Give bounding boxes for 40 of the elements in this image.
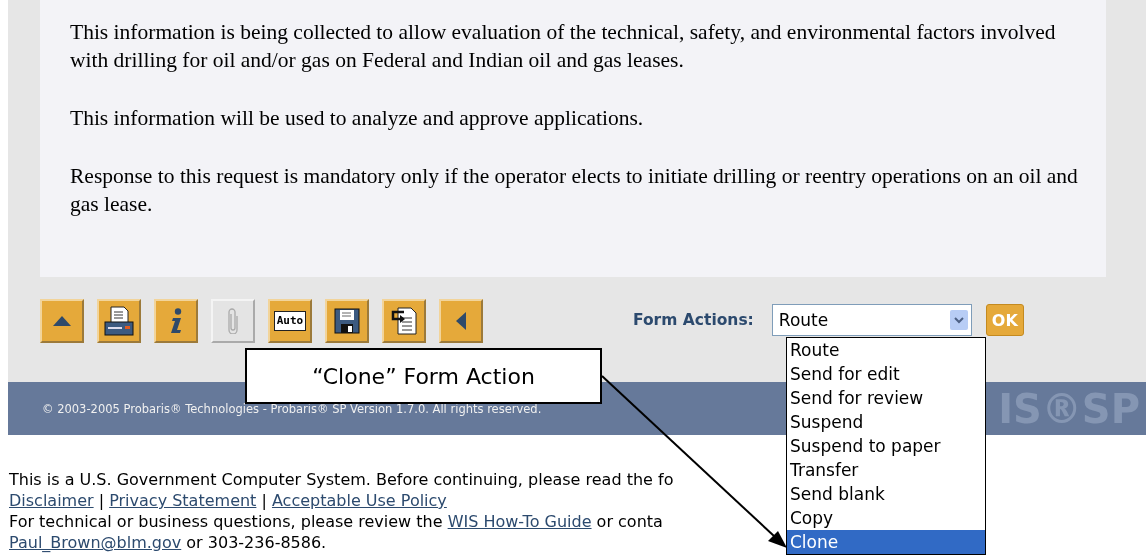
up-triangle-icon xyxy=(53,316,71,326)
notice-text: For technical or business questions, please review the WIS How-To Guide or conta xyxy=(9,511,663,532)
form-actions-select[interactable]: Route xyxy=(771,304,972,336)
info-icon xyxy=(169,308,183,334)
dropdown-option[interactable]: Suspend to paper xyxy=(787,434,985,458)
dropdown-option[interactable]: Send for edit xyxy=(787,362,985,386)
link-separator: | xyxy=(260,491,268,510)
info-button[interactable] xyxy=(154,299,198,343)
dropdown-option[interactable]: Suspend xyxy=(787,410,985,434)
link[interactable]: Disclaimer xyxy=(9,491,94,510)
auto-label: Auto xyxy=(273,311,307,331)
left-triangle-icon xyxy=(456,312,466,330)
return-button[interactable] xyxy=(382,299,426,343)
up-button[interactable] xyxy=(40,299,84,343)
notice-text: This is a U.S. Government Computer System. Before continuing, please read the fo xyxy=(9,469,674,490)
document-return-icon xyxy=(390,306,418,336)
dropdown-option[interactable]: Route xyxy=(787,338,985,362)
printer-icon xyxy=(104,305,134,337)
paragraph: Response to this request is mandatory only if the operator elects to initiate drilling or reentry operations on an oil and gas lease. xyxy=(70,163,1079,218)
callout-label: “Clone” Form Action xyxy=(245,348,602,404)
link[interactable]: Acceptable Use Policy xyxy=(271,491,447,510)
link[interactable]: Paul_Brown@blm.gov xyxy=(9,533,182,552)
form-actions-label: Form Actions: xyxy=(633,311,754,329)
paragraph: This information is being collected to allow evaluation of the technical, safety, and environmental factors involved with drilling for oil and/or gas on Federal and Indian oil and gas leases. xyxy=(70,19,1057,74)
back-button[interactable] xyxy=(439,299,483,343)
dropdown-option[interactable]: Clone xyxy=(787,530,985,554)
print-button[interactable] xyxy=(97,299,141,343)
dropdown-option[interactable]: Copy xyxy=(787,506,985,530)
link-separator: | xyxy=(97,491,106,510)
save-button[interactable] xyxy=(325,299,369,343)
paperclip-icon xyxy=(228,308,238,334)
dropdown-option[interactable]: Send for review xyxy=(787,386,985,410)
notice-text: Paul_Brown@blm.gov or 303-236-8586. xyxy=(9,532,327,553)
dropdown-option[interactable]: Send blank xyxy=(787,482,985,506)
auto-button[interactable]: Auto xyxy=(268,299,312,343)
dropdown-option[interactable]: Transfer xyxy=(787,458,985,482)
paragraph: This information will be used to analyze and approve applications. xyxy=(70,105,645,132)
link[interactable]: WIS How-To Guide xyxy=(447,512,592,531)
link[interactable]: Privacy Statement xyxy=(109,491,257,510)
copyright-text: © 2003-2005 Probaris® Technologies - Probaris® SP Version 1.7.0. All rights reserved. xyxy=(42,401,542,416)
